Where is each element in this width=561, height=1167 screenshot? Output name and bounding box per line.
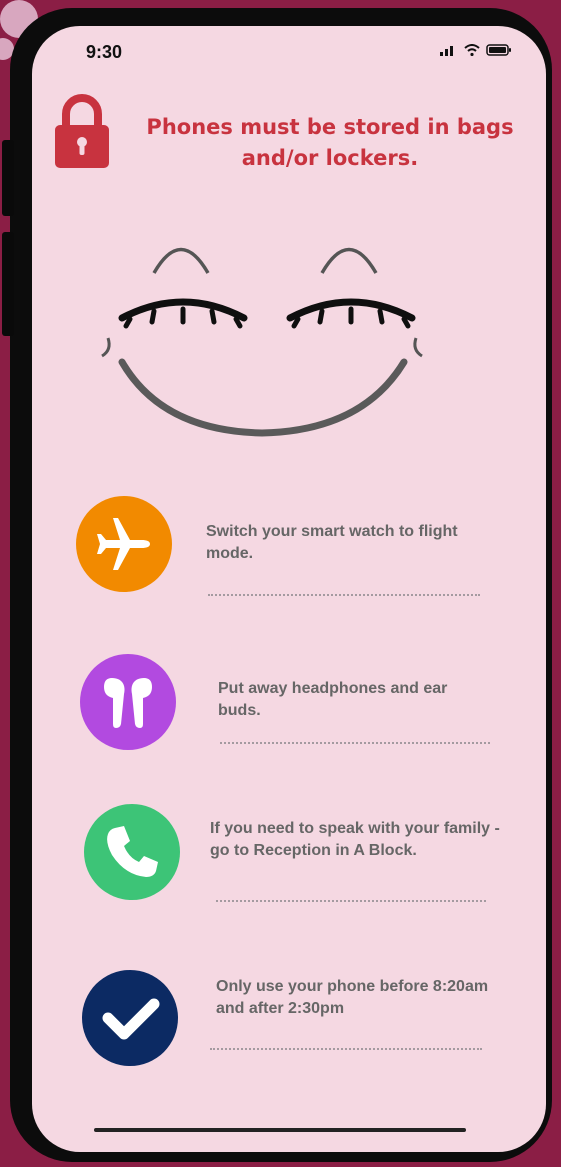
phone-screen: 9:30 Phones must be stored in bags and/o… [32, 26, 546, 1152]
divider [208, 594, 480, 596]
home-indicator[interactable] [94, 1128, 466, 1132]
smiley-face-icon [101, 247, 423, 437]
airplane-icon [76, 496, 172, 592]
item-text-reception: If you need to speak with your family - … [210, 820, 500, 859]
wifi-icon [464, 44, 480, 56]
signal-icon [440, 46, 453, 56]
item-text-headphones: Put away headphones and ear buds. [218, 680, 448, 719]
item-text-smartwatch: Switch your smart watch to flight mode. [206, 523, 458, 562]
volume-down-button [2, 232, 14, 336]
phone-icon [84, 804, 180, 900]
earbuds-icon [80, 654, 176, 750]
lock-icon [55, 94, 109, 168]
battery-icon [486, 44, 511, 56]
item-text-phone-times: Only use your phone before 8:20am and af… [216, 978, 489, 1017]
volume-up-button [2, 140, 14, 216]
status-time: 9:30 [86, 42, 123, 62]
divider [220, 742, 490, 744]
status-icons [440, 44, 512, 56]
divider [210, 1048, 482, 1050]
checkmark-icon [82, 970, 178, 1066]
divider [216, 900, 486, 902]
headline: Phones must be stored in bags and/or loc… [146, 115, 514, 170]
